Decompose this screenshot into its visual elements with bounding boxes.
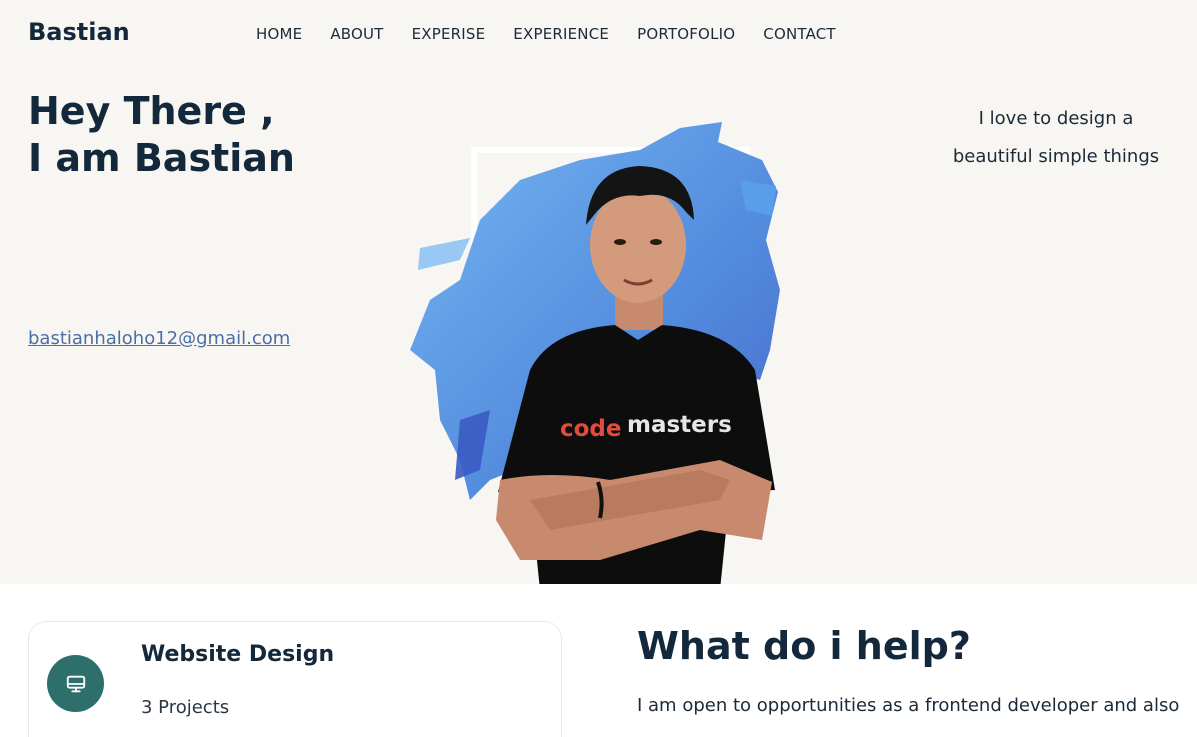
nav-experience[interactable]: EXPERIENCE (513, 25, 609, 43)
nav-portfolio[interactable]: PORTOFOLIO (637, 25, 735, 43)
shirt-logo-masters: masters (627, 412, 732, 438)
email-link[interactable]: bastianhaloho12@gmail.com (28, 328, 290, 349)
tagline-line2: beautiful simple things (952, 146, 1160, 167)
hero-title: Hey There , I am Bastian (28, 88, 295, 182)
nav-contact[interactable]: CONTACT (763, 25, 836, 43)
monitor-icon (47, 655, 104, 712)
service-title: Website Design (141, 642, 335, 667)
profile-photo: code masters (400, 120, 790, 584)
hero-title-line1: Hey There , (28, 89, 275, 133)
help-heading: What do i help? (637, 624, 971, 668)
nav-home[interactable]: HOME (256, 25, 302, 43)
nav-about[interactable]: ABOUT (330, 25, 383, 43)
help-description: I am open to opportunities as a frontend… (637, 695, 1180, 716)
nav-expertise[interactable]: EXPERISE (412, 25, 486, 43)
hero-tagline: I love to design a beautiful simple thin… (941, 100, 1171, 176)
hero-section: Bastian HOME ABOUT EXPERISE EXPERIENCE P… (0, 0, 1197, 584)
service-card[interactable]: Website Design 3 Projects (28, 621, 562, 737)
tagline-line1: I love to design a (978, 108, 1134, 129)
main-nav: HOME ABOUT EXPERISE EXPERIENCE PORTOFOLI… (256, 25, 836, 43)
service-count: 3 Projects (141, 697, 230, 718)
hero-title-line2: I am Bastian (28, 136, 295, 180)
site-logo[interactable]: Bastian (28, 18, 130, 46)
shirt-logo-code: code (560, 416, 622, 442)
